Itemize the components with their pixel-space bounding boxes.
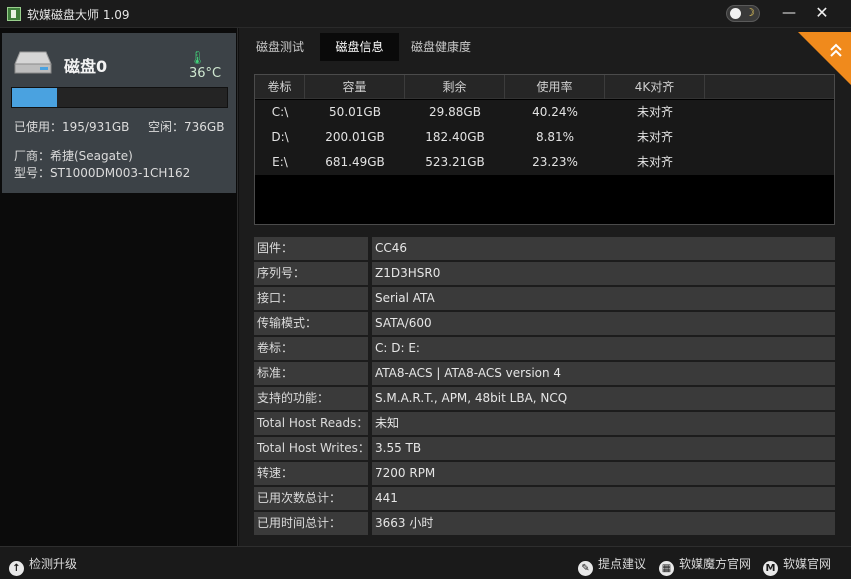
toggle-knob-icon (730, 8, 741, 19)
minimize-button[interactable]: — (776, 2, 802, 24)
temperature-value: 36°C (189, 66, 222, 81)
disk-usage-fill (12, 88, 58, 107)
column-header: 卷标 (255, 75, 305, 99)
info-row-volumes: 卷标： C: D: E: (254, 337, 835, 360)
manufacturer: 厂商：希捷(Seagate) (14, 149, 133, 163)
info-label: 序列号： (254, 262, 368, 285)
info-row-host-reads: Total Host Reads： 未知 (254, 412, 835, 435)
disk-icon (14, 51, 52, 74)
info-label: 传输模式： (254, 312, 368, 335)
table-cell: 182.40GB (425, 130, 485, 144)
info-value: CC46 (372, 237, 835, 260)
thermometer-icon: 🌡 (189, 51, 206, 66)
info-row-host-writes: Total Host Writes： 3.55 TB (254, 437, 835, 460)
table-row[interactable]: D:\ 200.01GB 182.40GB 8.81% 未对齐 (255, 125, 834, 150)
info-value: 3663 小时 (372, 512, 835, 535)
table-cell: 29.88GB (429, 105, 481, 119)
used-space: 已使用：195/931GB (14, 120, 130, 134)
table-cell: 40.24% (532, 105, 578, 119)
ruanmei-icon: M (763, 561, 778, 576)
info-value: C: D: E: (372, 337, 835, 360)
mofang-site-label: 软媒魔方官网 (679, 557, 752, 571)
disk-card[interactable]: 磁盘0 🌡36°C 已使用：195/931GB 空闲：736GB 厂商：希捷(S… (2, 33, 236, 193)
info-label: 支持的功能： (254, 387, 368, 410)
info-value: Z1D3HSR0 (372, 262, 835, 285)
info-row-firmware: 固件： CC46 (254, 237, 835, 260)
info-label: 标准： (254, 362, 368, 385)
info-value: SATA/600 (372, 312, 835, 335)
info-label: 接口： (254, 287, 368, 310)
info-row-interface: 接口： Serial ATA (254, 287, 835, 310)
info-row-rpm: 转速： 7200 RPM (254, 462, 835, 485)
table-cell: 8.81% (535, 130, 575, 144)
table-cell: 200.01GB (325, 130, 385, 144)
free-space: 空闲：736GB (148, 120, 225, 134)
info-label: 固件： (254, 237, 368, 260)
table-row[interactable]: C:\ 50.01GB 29.88GB 40.24% 未对齐 (255, 100, 834, 125)
feedback-label: 提点建议 (598, 557, 647, 571)
column-header: 使用率 (505, 75, 605, 99)
volume-table-header: 卷标 容量 剩余 使用率 4K对齐 (255, 75, 834, 99)
info-value: Serial ATA (372, 287, 835, 310)
table-cell: D:\ (271, 130, 289, 144)
app-icon (7, 7, 21, 21)
table-row[interactable]: E:\ 681.49GB 523.21GB 23.23% 未对齐 (255, 150, 834, 175)
info-row-power-count: 已用次数总计： 441 (254, 487, 835, 510)
info-label: 卷标： (254, 337, 368, 360)
table-cell: 523.21GB (425, 155, 485, 169)
info-value: 未知 (372, 412, 835, 435)
info-value: 441 (372, 487, 835, 510)
info-label: 转速： (254, 462, 368, 485)
info-row-serial: 序列号： Z1D3HSR0 (254, 262, 835, 285)
info-row-features: 支持的功能： S.M.A.R.T., APM, 48bit LBA, NCQ (254, 387, 835, 410)
official-site-label: 软媒官网 (783, 557, 832, 571)
temperature-readout: 🌡36°C (189, 51, 236, 81)
info-row-power-hours: 已用时间总计： 3663 小时 (254, 512, 835, 535)
info-label: Total Host Writes： (254, 437, 368, 460)
window-title: 软媒磁盘大师 1.09 (27, 8, 130, 22)
info-label: 已用次数总计： (254, 487, 368, 510)
table-cell: 未对齐 (636, 155, 673, 169)
feedback-icon: ✎ (578, 561, 593, 576)
column-header: 4K对齐 (605, 75, 705, 99)
column-header: 剩余 (405, 75, 505, 99)
info-value: 3.55 TB (372, 437, 835, 460)
tab-disk-health[interactable]: 磁盘健康度 (401, 33, 481, 61)
model: 型号：ST1000DM003-1CH162 (14, 166, 191, 180)
disk-usage-bar (11, 87, 228, 108)
table-cell: 50.01GB (329, 105, 381, 119)
status-bar: ↑ 检测升级 ✎ 提点建议 ▦ 软媒魔方官网 M 软媒官网 (0, 546, 851, 579)
volume-table: 卷标 容量 剩余 使用率 4K对齐 C:\ 50.01GB 29.88GB 40… (254, 74, 835, 225)
tab-disk-test[interactable]: 磁盘测试 (245, 33, 315, 61)
mofang-icon: ▦ (659, 561, 674, 576)
official-site-link[interactable]: M 软媒官网 (763, 556, 832, 576)
table-cell: E:\ (272, 155, 288, 169)
column-header: 容量 (305, 75, 405, 99)
info-value: ATA8-ACS | ATA8-ACS version 4 (372, 362, 835, 385)
info-label: 已用时间总计： (254, 512, 368, 535)
tab-bar: 磁盘测试 磁盘信息 磁盘健康度 (239, 33, 851, 61)
tab-disk-info[interactable]: 磁盘信息 (320, 33, 399, 61)
info-value: 7200 RPM (372, 462, 835, 485)
table-cell: 681.49GB (325, 155, 385, 169)
disk-name: 磁盘0 (64, 57, 108, 76)
info-row-transfer-mode: 传输模式： SATA/600 (254, 312, 835, 335)
info-value: S.M.A.R.T., APM, 48bit LBA, NCQ (372, 387, 835, 410)
check-update-label: 检测升级 (29, 557, 78, 571)
disk-list-panel: 磁盘0 🌡36°C 已使用：195/931GB 空闲：736GB 厂商：希捷(S… (0, 28, 238, 546)
mofang-site-link[interactable]: ▦ 软媒魔方官网 (659, 556, 752, 576)
table-cell: 23.23% (532, 155, 578, 169)
info-row-standard: 标准： ATA8-ACS | ATA8-ACS version 4 (254, 362, 835, 385)
table-cell: 未对齐 (636, 130, 673, 144)
theme-toggle[interactable]: ☽ (726, 5, 760, 22)
moon-icon: ☽ (745, 6, 755, 19)
feedback-link[interactable]: ✎ 提点建议 (578, 556, 647, 576)
table-cell: C:\ (271, 105, 289, 119)
check-update-link[interactable]: ↑ 检测升级 (9, 556, 78, 576)
close-button[interactable]: ✕ (809, 2, 835, 24)
info-label: Total Host Reads： (254, 412, 368, 435)
table-cell: 未对齐 (636, 105, 673, 119)
title-bar: 软媒磁盘大师 1.09 ☽ — ✕ (0, 0, 851, 28)
upgrade-icon: ↑ (9, 561, 24, 576)
